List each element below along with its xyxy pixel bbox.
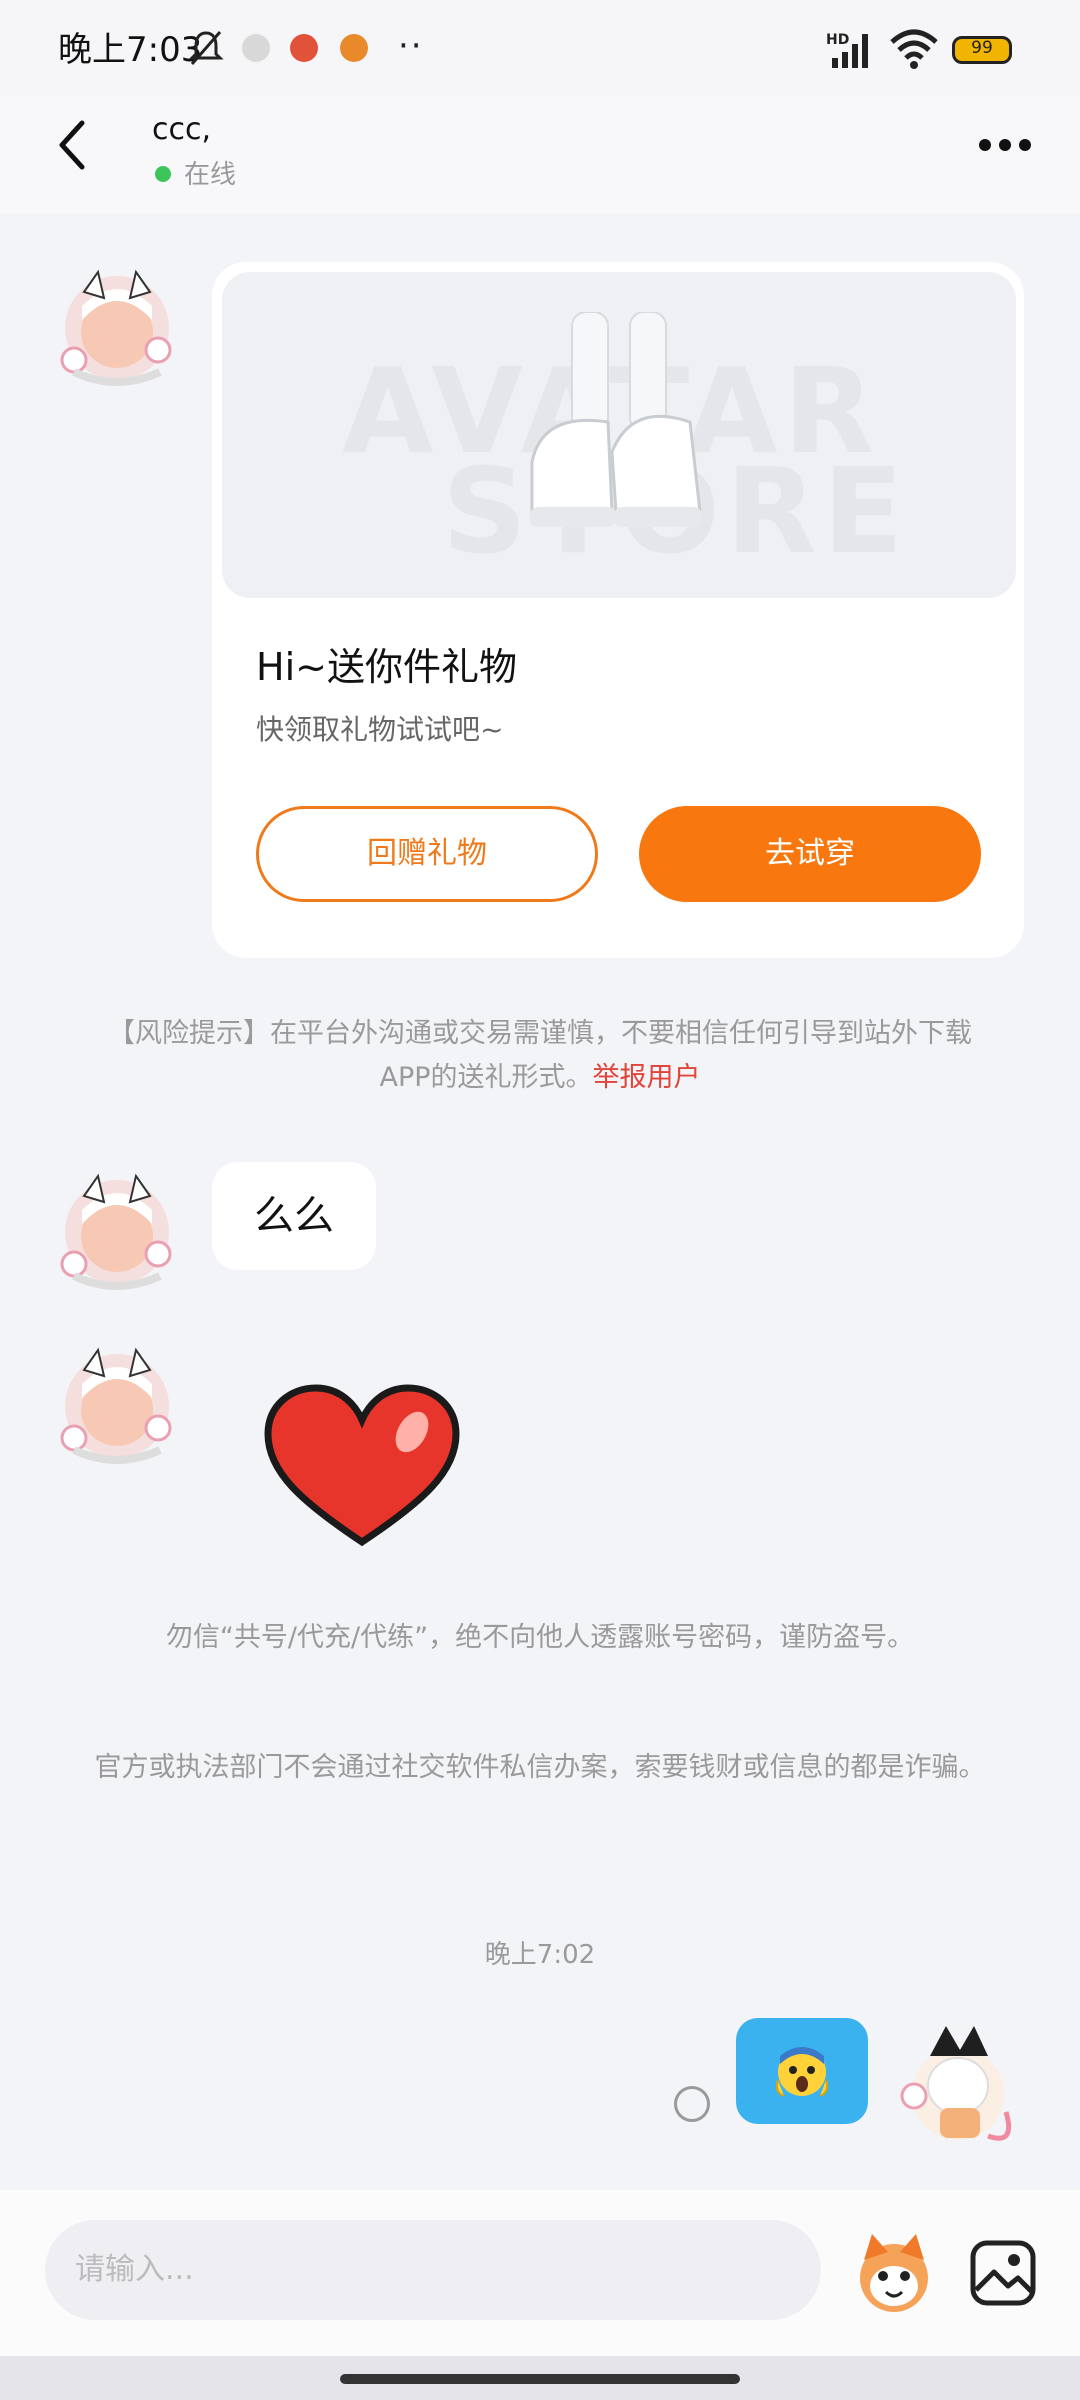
notification-icon (242, 34, 270, 62)
notification-icon (340, 34, 368, 62)
try-on-button[interactable]: 去试穿 (639, 806, 981, 902)
contact-avatar[interactable] (54, 1340, 180, 1466)
return-gift-button[interactable]: 回赠礼物 (256, 806, 598, 902)
message-input[interactable]: 请输入... (45, 2220, 821, 2320)
gift-image: AVATAR STORE (222, 272, 1016, 598)
home-indicator[interactable] (340, 2374, 740, 2384)
message-timestamp: 晚上7:02 (484, 1940, 596, 1970)
battery-icon: 99 (952, 36, 1012, 64)
fraud-warning: 官方或执法部门不会通过社交软件私信办案，索要钱财或信息的都是诈骗。 (94, 1752, 986, 1783)
image-picker-icon[interactable] (968, 2238, 1038, 2308)
status-time: 晚上7:03 (58, 30, 203, 70)
mute-bell-icon (188, 31, 224, 65)
scream-emoji-icon (775, 2047, 829, 2097)
back-arrow-icon[interactable] (52, 115, 92, 175)
sticker-button-icon[interactable] (850, 2230, 938, 2318)
report-user-link[interactable]: 举报用户 (593, 1062, 701, 1093)
risk-notice-text: 【风险提示】在平台外沟通或交易需谨慎，不要相信任何引导到站外下载APP的送礼形式… (108, 1018, 972, 1093)
contact-name[interactable]: ccc, (152, 112, 211, 147)
contact-avatar[interactable] (54, 262, 180, 388)
online-status-dot (155, 166, 171, 182)
my-avatar[interactable] (896, 2016, 1026, 2156)
gift-subtitle: 快领取礼物试试吧~ (256, 713, 504, 746)
svg-text:HD: HD (826, 32, 849, 48)
gift-title: Hi~送你件礼物 (256, 645, 517, 689)
more-options-icon[interactable] (975, 130, 1035, 160)
contact-avatar[interactable] (54, 1166, 180, 1292)
more-notifications-icon: ·· (398, 26, 424, 66)
shoes-image (530, 312, 702, 527)
sent-message-bubble[interactable] (736, 2018, 868, 2124)
signal-icon: HD (826, 32, 868, 68)
wifi-icon (890, 29, 938, 69)
received-message-bubble[interactable]: 么么 (212, 1162, 376, 1270)
online-status-text: 在线 (184, 160, 237, 190)
send-status-icon (674, 2086, 710, 2122)
risk-notice: 【风险提示】在平台外沟通或交易需谨慎，不要相信任何引导到站外下载APP的送礼形式… (100, 1012, 980, 1100)
heart-sticker-icon[interactable] (262, 1382, 462, 1552)
security-warning: 勿信“共号/代充/代练”，绝不向他人透露账号密码，谨防盗号。 (165, 1622, 915, 1653)
notification-icon (290, 34, 318, 62)
